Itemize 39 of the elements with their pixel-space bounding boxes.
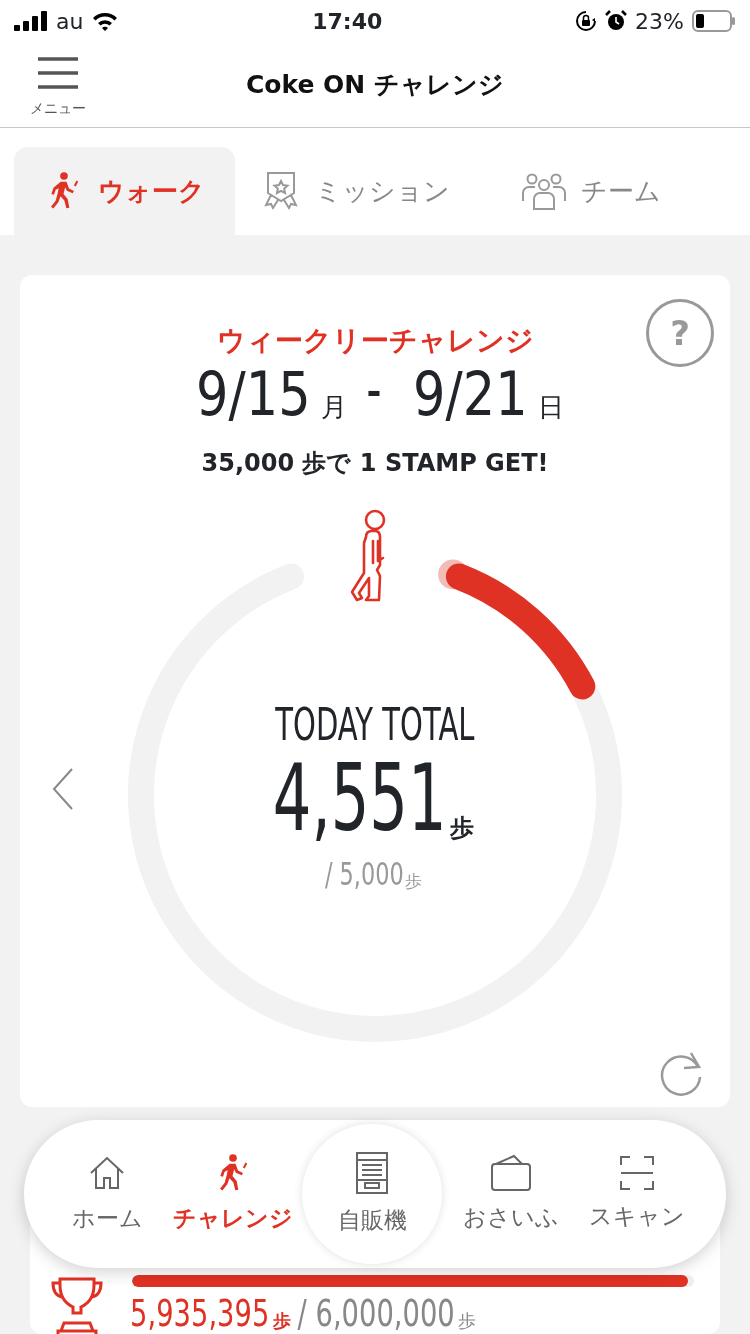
vending-machine-icon <box>355 1150 389 1195</box>
battery-icon <box>692 10 736 32</box>
start-weekday: 月 <box>320 391 347 424</box>
start-date: 9/15 <box>195 363 311 425</box>
today-step-count: 4,551 <box>273 756 447 842</box>
nav-tab[interactable]: ホーム <box>44 1152 170 1236</box>
trophy-icon <box>50 1275 104 1334</box>
step-unit: 歩 <box>457 1309 476 1333</box>
goal-text: 35,000 歩で 1 STAMP GET! <box>200 448 550 479</box>
nav-tab[interactable]: おさいふ <box>448 1153 574 1235</box>
people-group-icon <box>521 171 567 211</box>
end-date: 9/21 <box>413 363 529 425</box>
carrier-name: au <box>56 7 84 36</box>
step-unit: 歩 <box>404 870 422 892</box>
nav-tab[interactable]: スキャン <box>574 1154 700 1234</box>
clock-time: 17:40 <box>312 7 383 36</box>
team-step-count: 5,935,395 <box>130 1293 270 1333</box>
step-unit: 歩 <box>449 814 474 842</box>
screen-title: Coke ON チャレンジ <box>246 68 504 101</box>
today-total-label: TODAY TOTAL <box>275 700 475 750</box>
step-unit: 歩 <box>273 1309 292 1333</box>
battery-percentage: 23% <box>635 7 684 36</box>
signal-icon <box>14 11 48 31</box>
alarm-clock-icon <box>605 10 628 32</box>
menu-icon <box>37 56 79 92</box>
challenge-title: ウィークリーチャレンジ <box>216 324 534 357</box>
daily-target: / 5,000 <box>325 856 404 892</box>
menu-button[interactable]: メニュー <box>30 56 86 119</box>
walking-person-icon <box>350 509 386 602</box>
rotation-lock-icon <box>575 10 598 32</box>
wallet-icon <box>490 1153 532 1192</box>
nav-tab[interactable]: チャレンジ <box>170 1152 296 1236</box>
nav-tab[interactable]: 自販機 <box>302 1124 442 1264</box>
wifi-icon <box>91 10 120 32</box>
team-target: / 6,000,000 <box>297 1293 456 1333</box>
tab[interactable]: ウォーク <box>14 147 235 235</box>
date-separator: - <box>366 370 382 414</box>
scan-icon <box>619 1154 655 1191</box>
end-weekday: 日 <box>538 391 565 424</box>
